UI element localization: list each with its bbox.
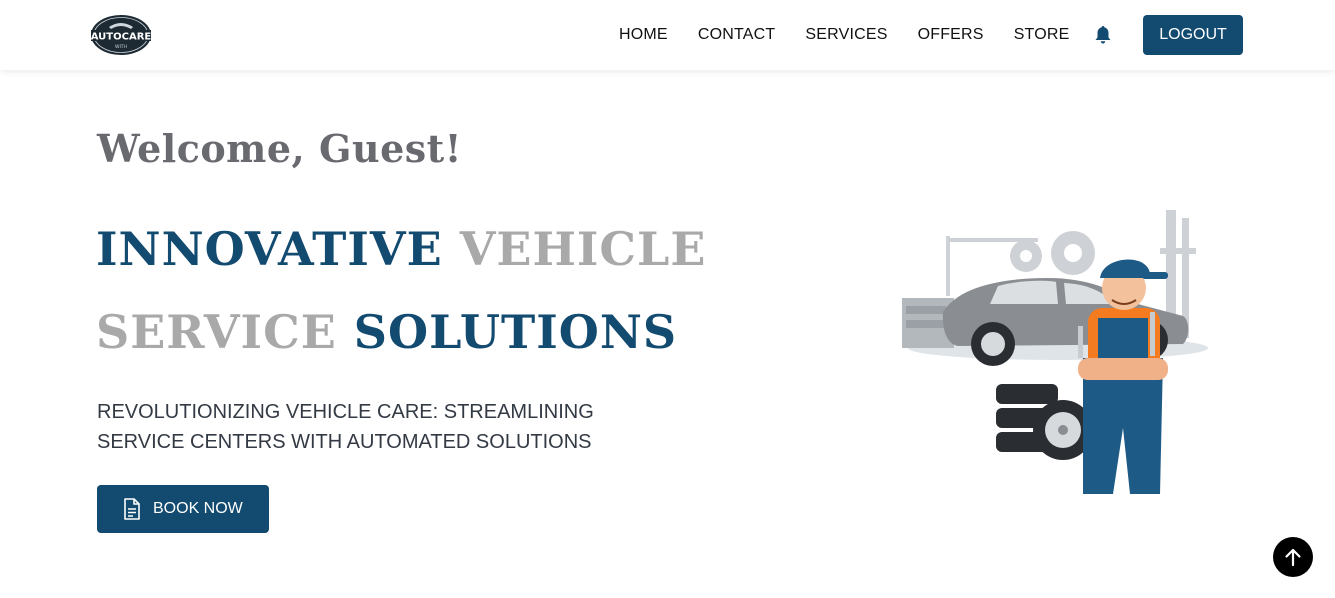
headline-line-1: INNOVATIVE VEHICLE xyxy=(96,222,706,276)
headline-word-solutions: SOLUTIONS xyxy=(353,305,678,359)
nav-offers[interactable]: OFFERS xyxy=(918,26,984,44)
nav-home[interactable]: HOME xyxy=(619,26,668,44)
logo-subtext: WITH xyxy=(115,44,127,50)
logo-text: AUTOCARE xyxy=(91,32,152,43)
headline-line-2: SERVICE SOLUTIONS xyxy=(96,305,677,359)
scroll-to-top-button[interactable] xyxy=(1273,537,1313,577)
logout-button[interactable]: LOGOUT xyxy=(1143,15,1243,55)
headline-word-vehicle: VEHICLE xyxy=(459,222,707,276)
mechanic-illustration xyxy=(898,208,1234,494)
arrow-up-icon xyxy=(1285,548,1301,567)
welcome-heading: Welcome, Guest! xyxy=(97,126,462,171)
nav-contact[interactable]: CONTACT xyxy=(698,26,776,44)
nav-links: HOME CONTACT SERVICES OFFERS STORE xyxy=(619,0,1100,70)
headline-word-innovative: INNOVATIVE xyxy=(96,222,443,276)
book-now-label: BOOK NOW xyxy=(153,500,243,517)
hero-tagline: REVOLUTIONIZING VEHICLE CARE: STREAMLINI… xyxy=(97,401,594,453)
nav-store[interactable]: STORE xyxy=(1014,26,1070,44)
autocare-logo[interactable]: AUTOCARE WITH xyxy=(87,13,155,57)
bell-icon[interactable] xyxy=(1094,25,1112,45)
navbar: AUTOCARE WITH HOME CONTACT SERVICES OFFE… xyxy=(0,0,1335,70)
headline-word-service: SERVICE xyxy=(96,305,337,359)
nav-services[interactable]: SERVICES xyxy=(805,26,887,44)
document-icon xyxy=(124,498,140,520)
book-now-button[interactable]: BOOK NOW xyxy=(97,485,269,533)
